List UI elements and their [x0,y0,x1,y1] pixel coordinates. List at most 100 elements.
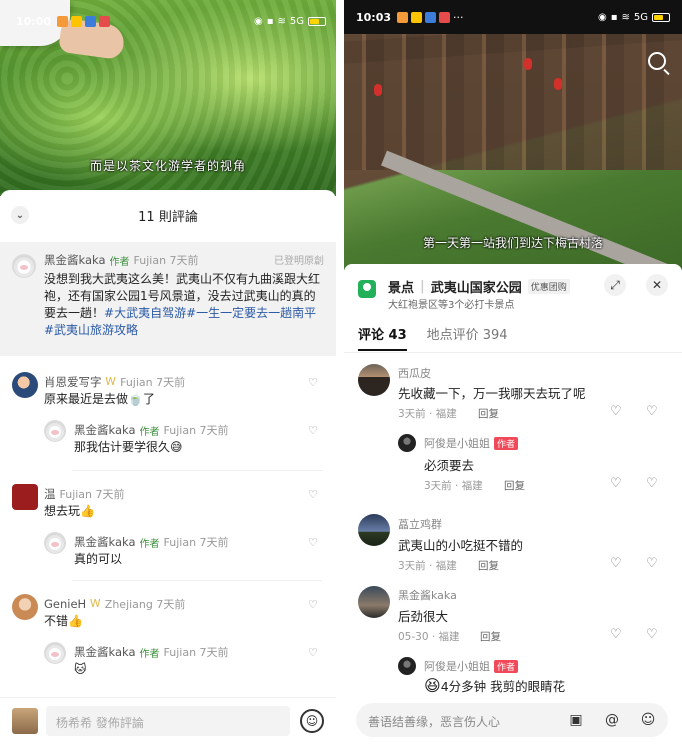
reply-meta: 黑金酱kaka 作者 Fujian 7天前 [74,422,229,438]
collapse-icon[interactable]: ⌄ [11,206,29,224]
battery-icon [652,12,670,22]
avatar[interactable] [358,364,390,396]
avatar[interactable] [12,594,38,620]
comment-text-body: 原来最近是去做 [44,392,129,406]
comment-meta: 温 Fujian 7天前 [44,486,125,502]
comment-text-body: 不错 [44,614,69,628]
like-icon[interactable]: ♡ [308,488,318,501]
commenter-name[interactable]: 阿俊是小姐姐 [424,658,490,674]
app-notification-icon [99,15,111,27]
hashtag[interactable]: #一生一定要去一趟南平 [186,306,316,320]
comment-location-time: Fujian 7天前 [133,254,199,267]
author-badge: 作者 [139,648,160,660]
expand-icon[interactable]: ⤢ [604,274,626,296]
battery-icon [308,16,326,26]
right-screen: 10:03 ··· ◉ ▪ ≋ 5G 第一天第一站我们到达下梅古村落 景点 | [344,0,682,747]
hashtag[interactable]: #大武夷自驾游 [104,306,186,320]
laugh-emoji-icon: 😆 [424,676,441,695]
hashtag[interactable]: #武夷山旅游攻略 [44,323,138,337]
like-icon[interactable]: ♡ [308,376,318,389]
nfc-icon: ▪ [266,15,274,27]
commenter-name[interactable]: 阿俊是小姐姐 [424,435,490,451]
like-icon[interactable]: ♡ [308,598,318,611]
author-badge: 作者 [139,538,160,550]
pinned-comment[interactable]: 黑金酱kaka 作者 Fujian 7天前 已登明原創 没想到我大武夷这么美！武… [0,242,336,356]
emoji-icon[interactable]: ☺ [300,709,324,733]
avatar[interactable] [398,434,416,452]
author-badge: 作者 [494,659,519,673]
reply-button[interactable]: 回复 [478,406,499,421]
comment-meta: 05-30 · 福建 [398,631,460,643]
tea-video[interactable]: 10:00 ◉ ▪ ≋ 5G 而是以茶文化游学者的视角 [0,0,336,196]
comment-text: 没想到我大武夷这么美！武夷山不仅有九曲溪跟大红袍，还有国家公园1号风景道，没去过… [44,271,326,339]
like-icon[interactable]: ♡ [610,556,622,571]
comment-location-time: Fujian 7天前 [59,488,125,501]
poi-title[interactable]: 景点 | 武夷山国家公园 优惠团购 [388,277,570,296]
close-icon[interactable]: ✕ [646,274,668,296]
status-right: ◉ ▪ ≋ 5G [598,12,670,23]
comment-input[interactable]: 杨希希 發佈評論 [46,706,290,736]
avatar[interactable] [12,254,36,278]
comment-text: 想去玩👍 [44,503,95,520]
app-notification-icon [397,11,409,23]
avatar[interactable] [44,532,66,554]
tab-comments[interactable]: 评论 43 [358,324,407,351]
app-notification-icon [439,11,451,23]
houses-image [344,30,682,170]
status-time: 10:03 [356,10,392,24]
reply-button[interactable]: 回复 [480,629,501,644]
reply-meta: 阿俊是小姐姐 作者 [424,435,519,451]
avatar[interactable] [12,484,38,510]
dislike-icon[interactable]: ♡ [646,404,658,419]
notification-icons: ··· [397,11,464,24]
search-icon[interactable] [648,52,666,70]
divider [72,470,322,471]
like-icon[interactable]: ♡ [610,627,622,642]
reply-text: 🐱 [74,662,87,676]
image-icon[interactable]: ▣ [566,710,586,730]
tab-poi-reviews[interactable]: 地点评价 394 [427,324,508,343]
sweat-emoji-icon: 😅 [170,440,183,454]
avatar[interactable] [12,372,38,398]
eye-icon: ◉ [253,15,263,27]
comment-input-bar: 善语结善缘，恶言伤人心 ▣ @ ☺ [344,697,682,747]
like-icon[interactable]: ♡ [610,476,622,491]
reply-meta: 黑金酱kaka 作者 Fujian 7天前 [74,534,229,550]
reply-button[interactable]: 回复 [478,558,499,573]
like-icon[interactable]: ♡ [308,424,318,437]
commenter-name[interactable]: 黑金酱kaka [74,644,136,660]
commenter-name[interactable]: 温 [44,486,56,502]
commenter-name[interactable]: GenieH [44,597,86,611]
dislike-icon[interactable]: ♡ [646,627,658,642]
commenter-name[interactable]: 藠立鸡群 [398,516,442,532]
avatar[interactable] [44,642,66,664]
app-notification-icon [85,15,97,27]
thumbs-up-icon: 👍 [80,504,95,518]
commenter-name[interactable]: 肖恩爱写字 [44,374,102,390]
commenter-name[interactable]: 黑金酱kaka [398,587,457,603]
dislike-icon[interactable]: ♡ [646,476,658,491]
emoji-icon[interactable]: ☺ [638,710,658,730]
commenter-name[interactable]: 黑金酱kaka [74,422,136,438]
lantern-image [374,84,382,96]
avatar[interactable] [358,514,390,546]
avatar[interactable] [398,657,416,675]
avatar[interactable] [44,420,66,442]
comment-meta: GenieH Ꮃ Zhejiang 7天前 [44,596,185,612]
avatar[interactable] [358,586,390,618]
more-icon: ··· [453,10,464,24]
commenter-name[interactable]: 西瓜皮 [398,365,431,381]
status-bar: 10:00 ◉ ▪ ≋ 5G [16,12,326,30]
like-icon[interactable]: ♡ [308,536,318,549]
commenter-name[interactable]: 黑金酱kaka [74,534,136,550]
comments-sheet: ⌄ 11 則評論 黑金酱kaka 作者 Fujian 7天前 已登明原創 没想到… [0,190,336,747]
village-video[interactable]: 10:03 ··· ◉ ▪ ≋ 5G 第一天第一站我们到达下梅古村落 [344,0,682,290]
commenter-name[interactable]: 黑金酱kaka [44,252,106,268]
like-icon[interactable]: ♡ [610,404,622,419]
comments-header: ⌄ 11 則評論 [0,190,336,240]
mention-icon[interactable]: @ [602,710,622,730]
tab-divider [344,352,682,353]
reply-button[interactable]: 回复 [504,478,525,493]
dislike-icon[interactable]: ♡ [646,556,658,571]
like-icon[interactable]: ♡ [308,646,318,659]
